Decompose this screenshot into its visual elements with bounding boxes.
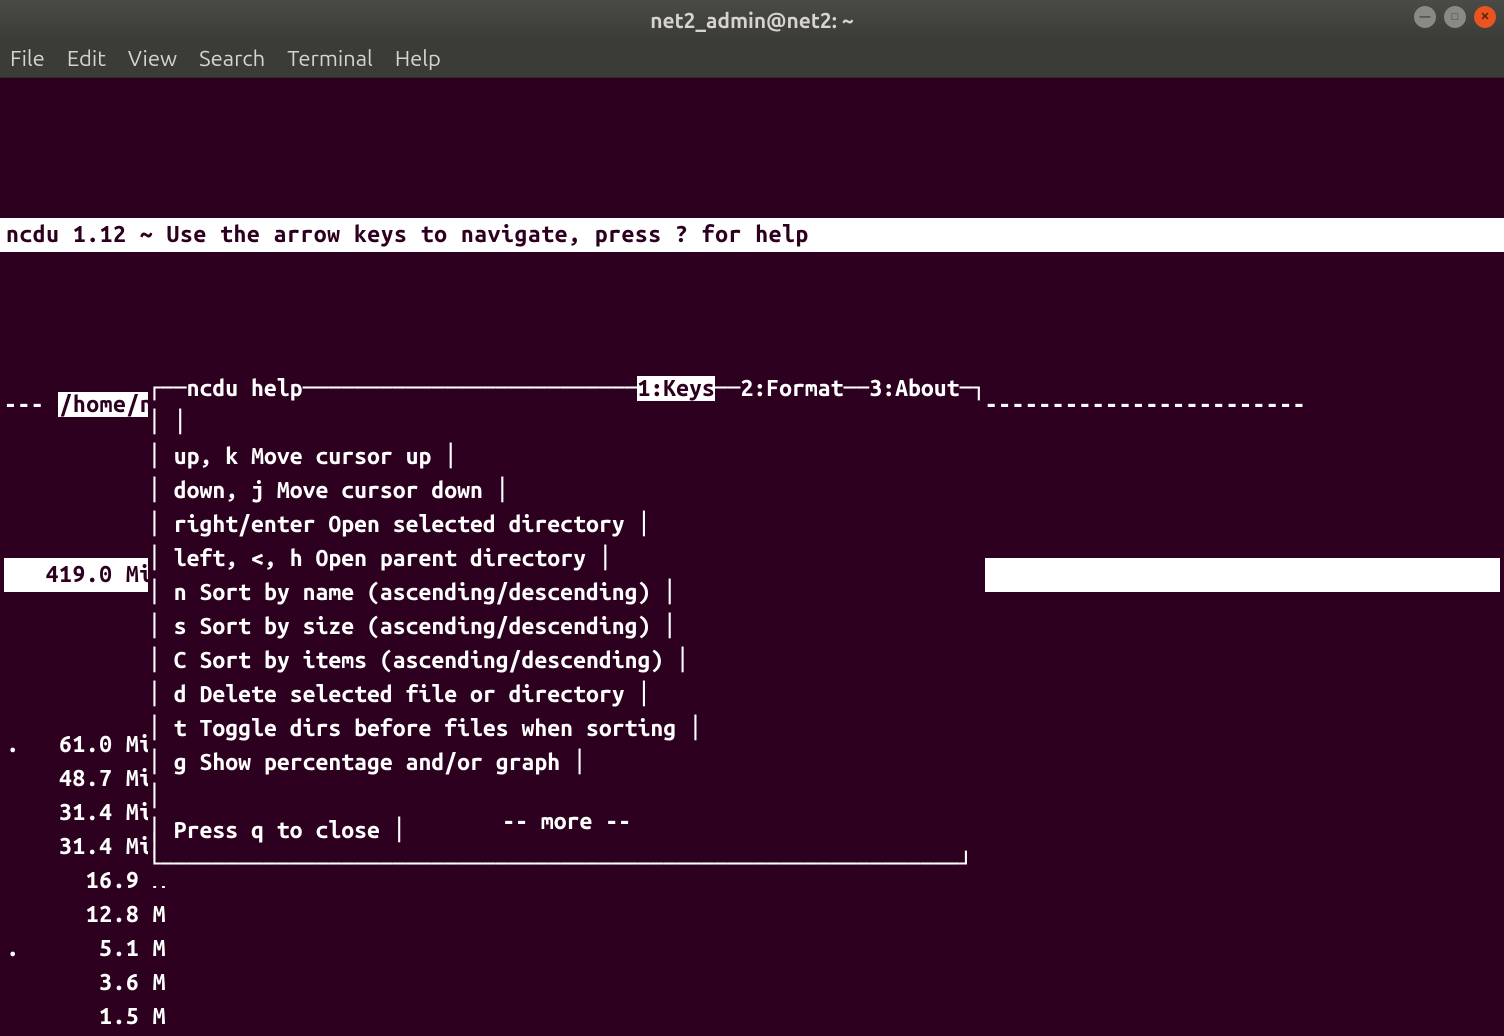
help-key-row: C Sort by items (ascending/descending) — [161, 648, 676, 673]
help-desc: Move cursor down — [277, 478, 483, 503]
menu-view[interactable]: View — [128, 46, 177, 71]
ncdu-row[interactable]: 1.5 M — [0, 1000, 1504, 1034]
ncdu-row-size: 3.6 M — [22, 966, 172, 1000]
ncdu-row-mark — [4, 796, 22, 830]
help-key: d — [161, 682, 187, 707]
help-desc: Toggle dirs before files when sorting — [200, 716, 677, 741]
ncdu-row-mark: . — [4, 932, 22, 966]
help-key-row: down, j Move cursor down — [161, 478, 496, 503]
help-more: -- more -- — [502, 809, 631, 834]
help-key: s — [161, 614, 187, 639]
ncdu-row[interactable]: 12.8 M — [0, 898, 1504, 932]
ncdu-row-mark — [4, 864, 22, 898]
ncdu-row-name — [172, 1000, 182, 1034]
menu-search[interactable]: Search — [199, 46, 265, 71]
ncdu-row-size: 12.8 M — [22, 898, 172, 932]
ncdu-row-mark — [4, 898, 22, 932]
help-key-row: left, <, h Open parent directory — [161, 546, 599, 571]
window-titlebar: net2_admin@net2: ~ — [0, 0, 1504, 40]
ncdu-row-name — [172, 932, 182, 966]
ncdu-row-mark — [4, 762, 22, 796]
ncdu-row-name — [172, 898, 182, 932]
ncdu-row-mark — [4, 966, 22, 1000]
help-desc: Sort by size (ascending/descending) — [200, 614, 651, 639]
help-key: n — [161, 580, 187, 605]
help-key: g — [161, 750, 187, 775]
help-tab-keys[interactable]: 1:Keys — [637, 376, 714, 401]
help-key-row: right/enter Open selected directory — [161, 512, 638, 537]
help-key-row: s Sort by size (ascending/descending) — [161, 614, 663, 639]
ncdu-help-popup: ┌──ncdu help──────────────────────────1:… — [148, 376, 985, 886]
close-button[interactable] — [1474, 6, 1496, 28]
help-key: left, <, h — [161, 546, 303, 571]
help-desc: Open parent directory — [315, 546, 585, 571]
help-desc: Move cursor up — [251, 444, 431, 469]
help-key: up, k — [161, 444, 238, 469]
ncdu-row[interactable]: .5.1 M — [0, 932, 1504, 966]
help-key: t — [161, 716, 187, 741]
help-key: right/enter — [161, 512, 316, 537]
help-key: down, j — [161, 478, 264, 503]
help-tab-about[interactable]: 3:About — [869, 376, 959, 401]
ncdu-header: ncdu 1.12 ~ Use the arrow keys to naviga… — [0, 218, 1504, 252]
help-desc: Show percentage and/or graph — [200, 750, 561, 775]
window-title: net2_admin@net2: ~ — [650, 8, 854, 32]
help-key-row: up, k Move cursor up — [161, 444, 444, 469]
ncdu-row-size: 1.5 M — [22, 1000, 172, 1034]
help-key-row: n Sort by name (ascending/descending) — [161, 580, 663, 605]
help-key: C — [161, 648, 187, 673]
menu-file[interactable]: File — [10, 46, 45, 71]
help-desc: Sort by name (ascending/descending) — [200, 580, 651, 605]
ncdu-row-size: 5.1 M — [22, 932, 172, 966]
help-key-row: t Toggle dirs before files when sorting — [161, 716, 689, 741]
maximize-button[interactable] — [1444, 6, 1466, 28]
help-key-row: g Show percentage and/or graph — [161, 750, 573, 775]
ncdu-row-mark: . — [4, 728, 22, 762]
window-controls — [1414, 6, 1496, 28]
ncdu-row[interactable]: 3.6 M — [0, 966, 1504, 1000]
ncdu-row-mark — [4, 830, 22, 864]
help-desc: Open selected directory — [328, 512, 624, 537]
ncdu-row-mark — [4, 1000, 22, 1034]
help-key-row: d Delete selected file or directory — [161, 682, 638, 707]
ncdu-row-name — [172, 966, 182, 1000]
help-close-hint: Press q to close — [174, 818, 380, 843]
help-desc: Delete selected file or directory — [200, 682, 625, 707]
menu-edit[interactable]: Edit — [67, 46, 106, 71]
minimize-button[interactable] — [1414, 6, 1436, 28]
help-tab-format[interactable]: 2:Format — [741, 376, 844, 401]
help-title: ncdu help — [187, 376, 303, 401]
help-desc: Sort by items (ascending/descending) — [200, 648, 664, 673]
menu-help[interactable]: Help — [395, 46, 441, 71]
menu-bar: File Edit View Search Terminal Help — [0, 40, 1504, 78]
menu-terminal[interactable]: Terminal — [287, 46, 373, 71]
